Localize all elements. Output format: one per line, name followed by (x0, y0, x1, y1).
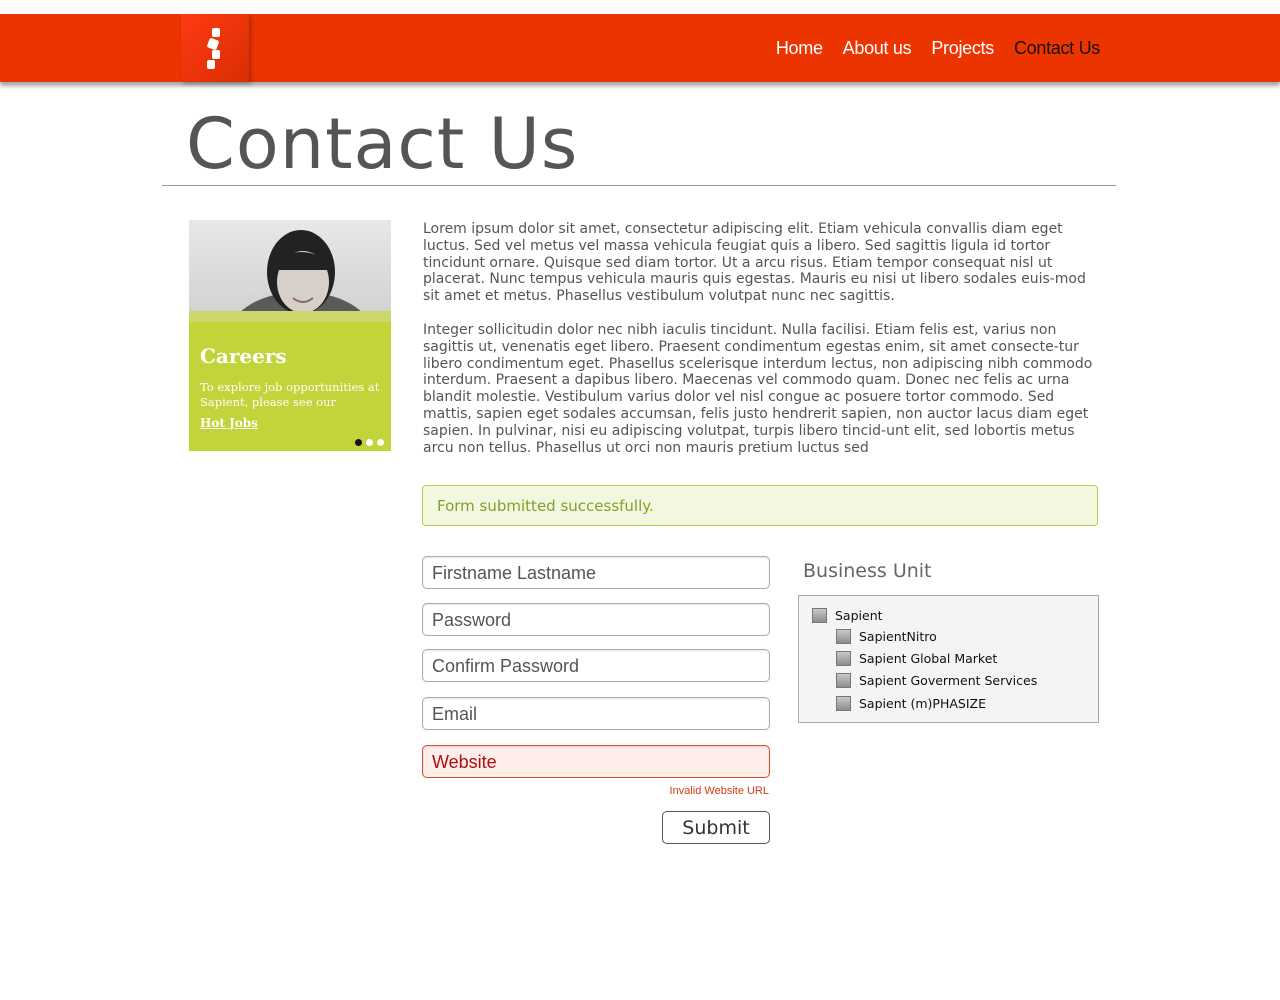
submit-button[interactable]: Submit (662, 811, 770, 844)
confirm-password-input[interactable] (432, 654, 757, 678)
nav-contact[interactable]: Contact Us (1014, 38, 1100, 59)
bu-item-mphasize[interactable]: Sapient (m)PHASIZE (836, 696, 986, 711)
bu-item-label: SapientNitro (859, 629, 937, 644)
careers-title: Careers (200, 344, 287, 368)
checkbox[interactable] (812, 608, 827, 623)
intro-text: Lorem ipsum dolor sit amet, consectetur … (423, 221, 1101, 473)
careers-description: To explore job opportunities at Sapient,… (200, 380, 380, 409)
title-divider (162, 185, 1116, 186)
hot-jobs-link[interactable]: Hot Jobs (200, 416, 258, 430)
password-field (422, 603, 770, 636)
bu-item-label: Sapient (m)PHASIZE (859, 696, 986, 711)
checkbox[interactable] (836, 629, 851, 644)
nav-projects[interactable]: Projects (931, 38, 994, 59)
email-field (422, 697, 770, 730)
business-unit-list: Sapient SapientNitro Sapient Global Mark… (798, 595, 1099, 723)
bu-item-label: Sapient Global Market (859, 651, 998, 666)
carousel-dot-2[interactable] (366, 439, 373, 446)
site-header: Home About us Projects Contact Us (0, 14, 1280, 82)
logo-icon (207, 28, 220, 69)
page-title: Contact Us (186, 103, 579, 185)
carousel-dot-3[interactable] (377, 439, 384, 446)
checkbox[interactable] (836, 673, 851, 688)
bu-item-sapientnitro[interactable]: SapientNitro (836, 629, 937, 644)
bu-item-sapient[interactable]: Sapient (812, 608, 883, 623)
name-field (422, 556, 770, 589)
website-error: Invalid Website URL (669, 785, 769, 797)
bu-item-label: Sapient (835, 608, 883, 623)
nav-home[interactable]: Home (776, 38, 823, 59)
password-input[interactable] (432, 608, 757, 632)
main-nav: Home About us Projects Contact Us (776, 38, 1100, 59)
confirm-password-field (422, 649, 770, 682)
paragraph-2: Integer sollicitudin dolor nec nibh iacu… (423, 321, 1093, 456)
bu-item-government-services[interactable]: Sapient Goverment Services (836, 673, 1037, 688)
carousel-dot-1[interactable] (355, 439, 362, 446)
carousel-dots (355, 439, 384, 446)
email-input[interactable] (432, 702, 757, 726)
website-input[interactable] (432, 750, 757, 774)
success-text: Form submitted successfully. (437, 497, 654, 515)
checkbox[interactable] (836, 696, 851, 711)
careers-photo (189, 220, 391, 322)
business-unit-title: Business Unit (803, 560, 932, 582)
name-input[interactable] (432, 561, 757, 585)
careers-widget: Careers To explore job opportunities at … (189, 220, 391, 451)
paragraph-1: Lorem ipsum dolor sit amet, consectetur … (423, 221, 1086, 305)
bu-item-global-market[interactable]: Sapient Global Market (836, 651, 997, 666)
website-field (422, 745, 770, 778)
checkbox[interactable] (836, 651, 851, 666)
sapient-logo[interactable] (181, 14, 249, 82)
bu-item-label: Sapient Goverment Services (859, 673, 1038, 688)
nav-about[interactable]: About us (843, 38, 912, 59)
success-message: Form submitted successfully. (422, 485, 1098, 526)
